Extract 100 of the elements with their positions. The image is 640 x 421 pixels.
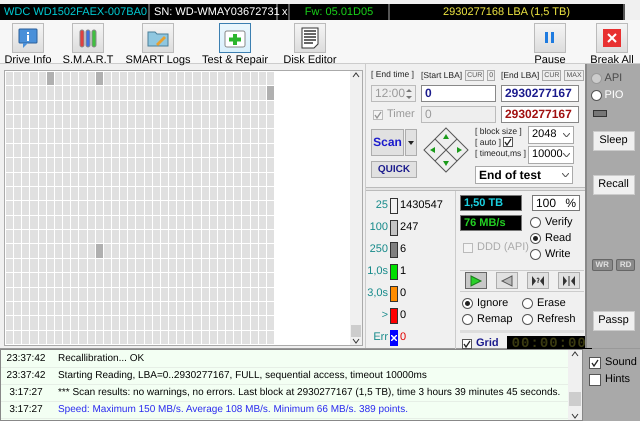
radio-label: Erase bbox=[537, 296, 566, 310]
log-message: Speed: Maximum 150 MB/s. Average 108 MB/s. Minimum 66 MB/s. 389 points. bbox=[57, 404, 408, 416]
auto-checkbox[interactable] bbox=[503, 137, 513, 148]
reverse-icon bbox=[500, 274, 514, 288]
current-end-lba-field: 2930277167 bbox=[501, 106, 579, 123]
log-message: Starting Reading, LBA=0..2930277167, FULL, sequential access, timeout 10000ms bbox=[57, 370, 427, 382]
radio-label: Verify bbox=[545, 216, 573, 230]
legend-count: 6 bbox=[400, 243, 406, 257]
radio-button[interactable] bbox=[530, 217, 541, 228]
dropdown-value: End of test bbox=[479, 168, 541, 182]
field-label: [ timeout,ms ] bbox=[475, 148, 526, 159]
indicator-label: RD bbox=[616, 259, 636, 271]
end-icon bbox=[562, 274, 576, 288]
radio-label: API bbox=[604, 72, 622, 86]
spin-arrows-icon bbox=[406, 88, 412, 100]
radio-button[interactable] bbox=[522, 314, 533, 325]
scrollbar[interactable] bbox=[350, 71, 362, 345]
field-label: [End LBA] bbox=[501, 70, 540, 80]
option-checkbox[interactable] bbox=[589, 374, 601, 386]
start-lba-field[interactable]: 0 bbox=[421, 85, 496, 102]
dropdown-button[interactable] bbox=[405, 129, 417, 156]
toolbar-button[interactable]: Drive Info bbox=[4, 23, 52, 68]
log-time: 3:17:27 bbox=[8, 387, 44, 399]
scrollbar[interactable] bbox=[568, 350, 582, 420]
caret-icon bbox=[408, 140, 414, 144]
radio-button[interactable] bbox=[462, 314, 473, 325]
size-readout: 1,50 TB bbox=[460, 195, 522, 211]
scrollbar-thumb[interactable] bbox=[569, 392, 581, 406]
end-lba-field[interactable]: 2930277167 bbox=[501, 85, 579, 102]
radio-button[interactable] bbox=[462, 298, 473, 309]
time-value: 12:00 bbox=[375, 86, 406, 101]
field-label: [ auto ] bbox=[475, 137, 501, 148]
indicator-light bbox=[592, 110, 606, 117]
reverse-button[interactable] bbox=[496, 272, 518, 290]
scrollbar-thumb[interactable] bbox=[351, 325, 361, 337]
radio-button[interactable] bbox=[590, 90, 602, 101]
legend-count: 1 bbox=[400, 265, 406, 279]
log-time: 23:37:42 bbox=[6, 353, 46, 365]
radio-label: PIO bbox=[604, 88, 624, 102]
legend-threshold: 100 bbox=[368, 221, 388, 235]
radio-button[interactable] bbox=[522, 298, 533, 309]
dropdown-value: 2048 bbox=[532, 128, 556, 142]
direction-pad[interactable] bbox=[422, 126, 470, 174]
chevron-icon bbox=[562, 153, 570, 157]
seek-icon bbox=[530, 274, 544, 288]
toolbar-button[interactable]: SMART Logs bbox=[124, 23, 192, 68]
checkbox-label: DDD (API) bbox=[477, 241, 529, 254]
field-label: [ End time ] bbox=[371, 69, 414, 80]
sleep-button[interactable]: Sleep bbox=[592, 131, 634, 151]
field-label: [Start LBA] bbox=[421, 70, 462, 80]
chevron-icon bbox=[562, 173, 569, 177]
play-button[interactable] bbox=[464, 272, 486, 290]
radio-label: Ignore bbox=[477, 296, 508, 310]
checkbox-label: Hints bbox=[605, 372, 630, 386]
legend-threshold: > bbox=[380, 309, 388, 323]
log-message: Recallibration... OK bbox=[57, 353, 144, 365]
indicator-label: WR bbox=[592, 259, 613, 271]
timeout-dropdown[interactable]: 10000 bbox=[528, 146, 574, 164]
toolbar-button[interactable]: Disk Editor bbox=[278, 23, 342, 68]
radio-label: Read bbox=[545, 232, 572, 246]
legend-count: 1430547 bbox=[400, 199, 443, 213]
passp-button[interactable]: Passp bbox=[592, 310, 634, 331]
checkbox-label: Sound bbox=[605, 356, 637, 370]
percent-readout: 100 bbox=[536, 196, 556, 210]
seek-button[interactable] bbox=[526, 272, 548, 290]
legend-threshold: 3,0s bbox=[366, 287, 388, 301]
scan-button[interactable]: Scan bbox=[371, 129, 404, 156]
radio-button[interactable] bbox=[530, 249, 541, 260]
radio-button[interactable] bbox=[530, 233, 541, 244]
current-lba-field: 0 bbox=[421, 106, 496, 123]
recall-button[interactable]: Recall bbox=[592, 175, 634, 195]
radio-label: Remap bbox=[477, 312, 512, 326]
field-label: [ block size ] bbox=[475, 126, 523, 136]
percent-sign: % bbox=[565, 196, 576, 210]
end-action-dropdown[interactable]: End of test bbox=[475, 166, 573, 184]
radio-label: Refresh bbox=[537, 312, 576, 326]
legend-threshold: Err bbox=[372, 331, 388, 345]
block-size-dropdown[interactable]: 2048 bbox=[528, 126, 574, 144]
toolbar-button[interactable]: Test & Repair bbox=[196, 23, 274, 68]
legend-count: 0 bbox=[400, 287, 406, 301]
option-checkbox[interactable] bbox=[589, 356, 601, 368]
log-time: 23:37:42 bbox=[6, 370, 46, 382]
legend-count: 247 bbox=[400, 221, 418, 235]
log-message: *** Scan results: no warnings, no errors. Last block at 2930277167 (1,5 TB), time 3 hours 39 minutes 45 seconds. bbox=[57, 387, 560, 399]
legend-threshold: 25 bbox=[374, 199, 388, 213]
quick-button[interactable]: QUICK bbox=[371, 161, 417, 178]
end-button[interactable] bbox=[558, 272, 580, 290]
play-icon bbox=[468, 274, 482, 288]
legend-threshold: 1,0s bbox=[366, 265, 388, 279]
chevron-icon bbox=[562, 133, 570, 137]
legend-count: 0 bbox=[400, 331, 406, 345]
checkbox-label: Timer bbox=[387, 108, 415, 122]
info-icon bbox=[16, 26, 40, 50]
grid-checkbox[interactable] bbox=[462, 338, 472, 349]
toolbar-button[interactable]: Pause bbox=[526, 23, 574, 68]
radio-label: Write bbox=[545, 248, 570, 262]
legend-threshold: 250 bbox=[368, 243, 388, 257]
legend-count: 0 bbox=[400, 309, 406, 323]
log-time: 3:17:27 bbox=[8, 404, 44, 416]
toolbar-button[interactable]: S.M.A.R.T bbox=[56, 23, 120, 68]
